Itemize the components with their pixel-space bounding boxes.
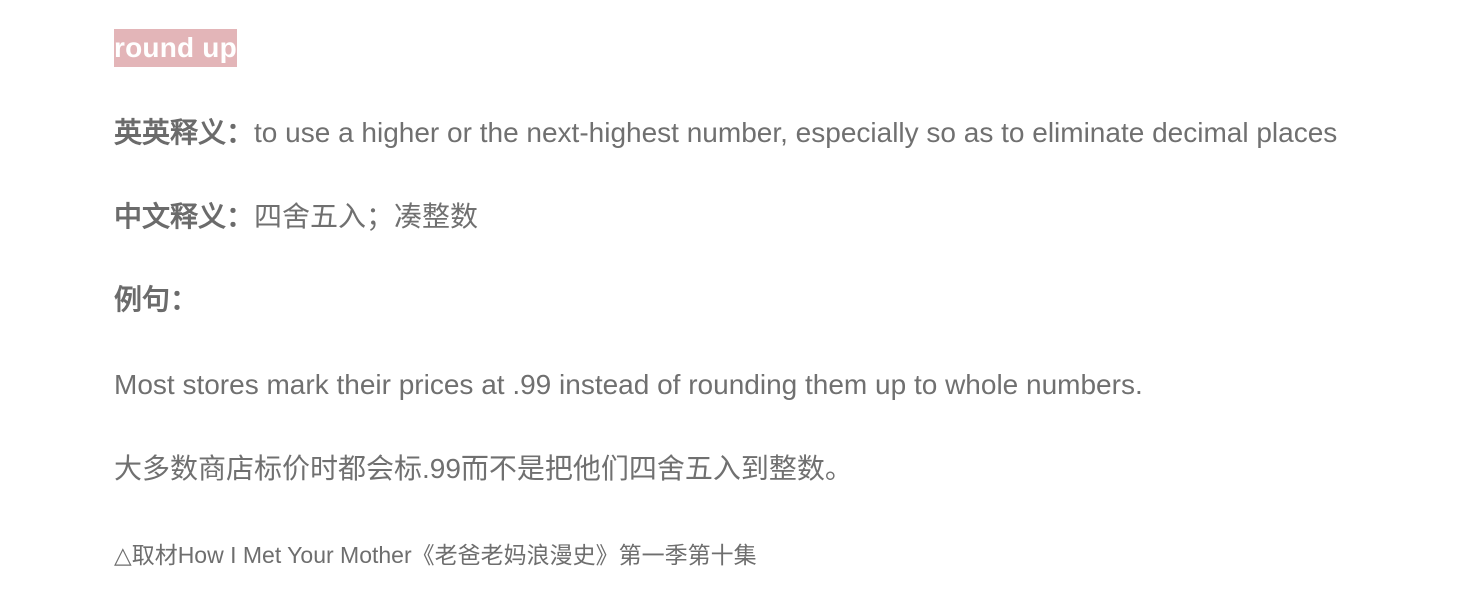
- example-label: 例句：: [114, 284, 199, 315]
- example-sentence-english: Most stores mark their prices at .99 ins…: [114, 369, 1143, 400]
- example-sentence-chinese: 大多数商店标价时都会标.99而不是把他们四舍五入到整数。: [114, 453, 853, 484]
- english-definition-text: to use a higher or the next-highest numb…: [254, 117, 1338, 148]
- term-heading: round up: [114, 29, 237, 67]
- chinese-definition: 中文释义：四舍五入；凑整数: [114, 199, 478, 235]
- english-definition-label: 英英释义：: [114, 117, 255, 148]
- chinese-definition-label: 中文释义：: [114, 201, 255, 232]
- highlighted-term: round up: [114, 29, 237, 67]
- source-caption: △取材How I Met Your Mother《老爸老妈浪漫史》第一季第十集: [114, 542, 757, 568]
- english-definition: 英英释义：to use a higher or the next-highest…: [114, 115, 1337, 151]
- chinese-definition-text: 四舍五入；凑整数: [254, 201, 479, 232]
- example-heading: 例句：: [114, 282, 198, 318]
